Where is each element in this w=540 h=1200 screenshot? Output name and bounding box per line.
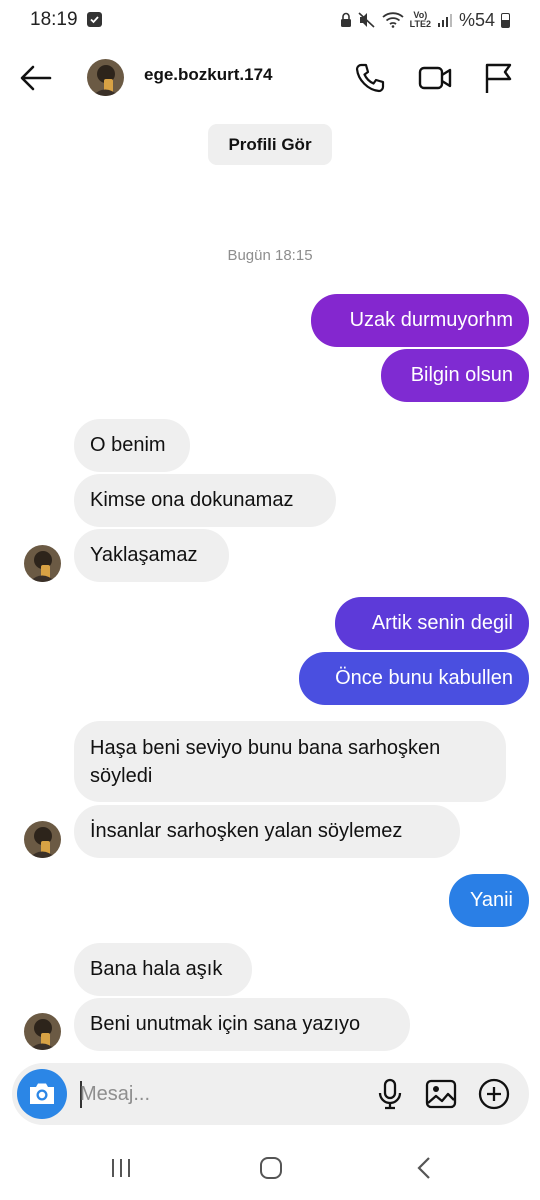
received-message[interactable]: Bana hala aşık [74,943,252,996]
add-icon [478,1078,510,1110]
received-message[interactable]: Beni unutmak için sana yazıyo [74,998,410,1051]
gallery-icon [425,1079,457,1109]
checkbox-notification-icon [87,12,102,27]
signal-icon [437,14,452,27]
status-bar: 18:19 Vo) LTE2 %54 [0,0,540,40]
chat-header: ege.bozkurt.174 [0,40,540,116]
report-button[interactable] [481,60,517,96]
conversation-timestamp: Bugün 18:15 [227,247,313,264]
contact-username[interactable]: ege.bozkurt.174 [144,65,273,85]
battery-percent: %54 [458,9,495,30]
video-call-button[interactable] [417,60,453,96]
microphone-icon [378,1078,402,1110]
voice-call-button[interactable] [352,60,388,96]
gallery-button[interactable] [423,1076,459,1112]
system-back-button[interactable] [409,1155,439,1181]
status-icons: Vo) LTE2 %54 [340,8,510,32]
message-input[interactable] [80,1071,360,1117]
received-message[interactable]: O benim [74,419,190,472]
flag-icon [485,63,512,93]
volte-indicator: Vo) LTE2 [410,11,431,29]
view-profile-button[interactable]: Profili Gör [208,124,332,165]
home-icon [260,1157,282,1179]
recent-apps-button[interactable] [106,1155,136,1181]
received-message[interactable]: Haşa beni seviyo bunu bana sarhoşken söy… [74,721,506,802]
mute-icon [358,12,375,28]
more-options-button[interactable] [476,1076,512,1112]
sender-avatar[interactable] [24,545,61,582]
video-camera-icon [418,66,452,90]
back-arrow-icon [20,65,52,91]
status-time: 18:19 [30,9,78,30]
received-message[interactable]: Kimse ona dokunamaz [74,474,336,527]
camera-icon [30,1083,54,1104]
sent-message[interactable]: Bilgin olsun [381,349,529,402]
back-button[interactable] [18,62,54,94]
lock-icon [340,12,351,27]
message-composer [12,1063,529,1125]
sent-message[interactable]: Uzak durmuyorhm [311,294,529,347]
camera-button[interactable] [17,1069,67,1119]
sent-message[interactable]: Artik senin degil [335,597,529,650]
system-navigation-bar [0,1135,540,1200]
volte-bottom: LTE2 [409,19,431,29]
chevron-left-icon [417,1157,430,1179]
home-button[interactable] [256,1155,286,1181]
received-message[interactable]: Yaklaşamaz [74,529,229,582]
recent-apps-icon [112,1159,130,1177]
wifi-icon [382,12,404,28]
sent-message[interactable]: Yanii [449,874,529,927]
sender-avatar[interactable] [24,1013,61,1050]
contact-avatar[interactable] [87,59,124,96]
battery-icon [501,12,510,28]
phone-icon [355,63,385,93]
sender-avatar[interactable] [24,821,61,858]
sent-message[interactable]: Önce bunu kabullen [299,652,529,705]
voice-message-button[interactable] [372,1076,408,1112]
received-message[interactable]: İnsanlar sarhoşken yalan söylemez [74,805,460,858]
